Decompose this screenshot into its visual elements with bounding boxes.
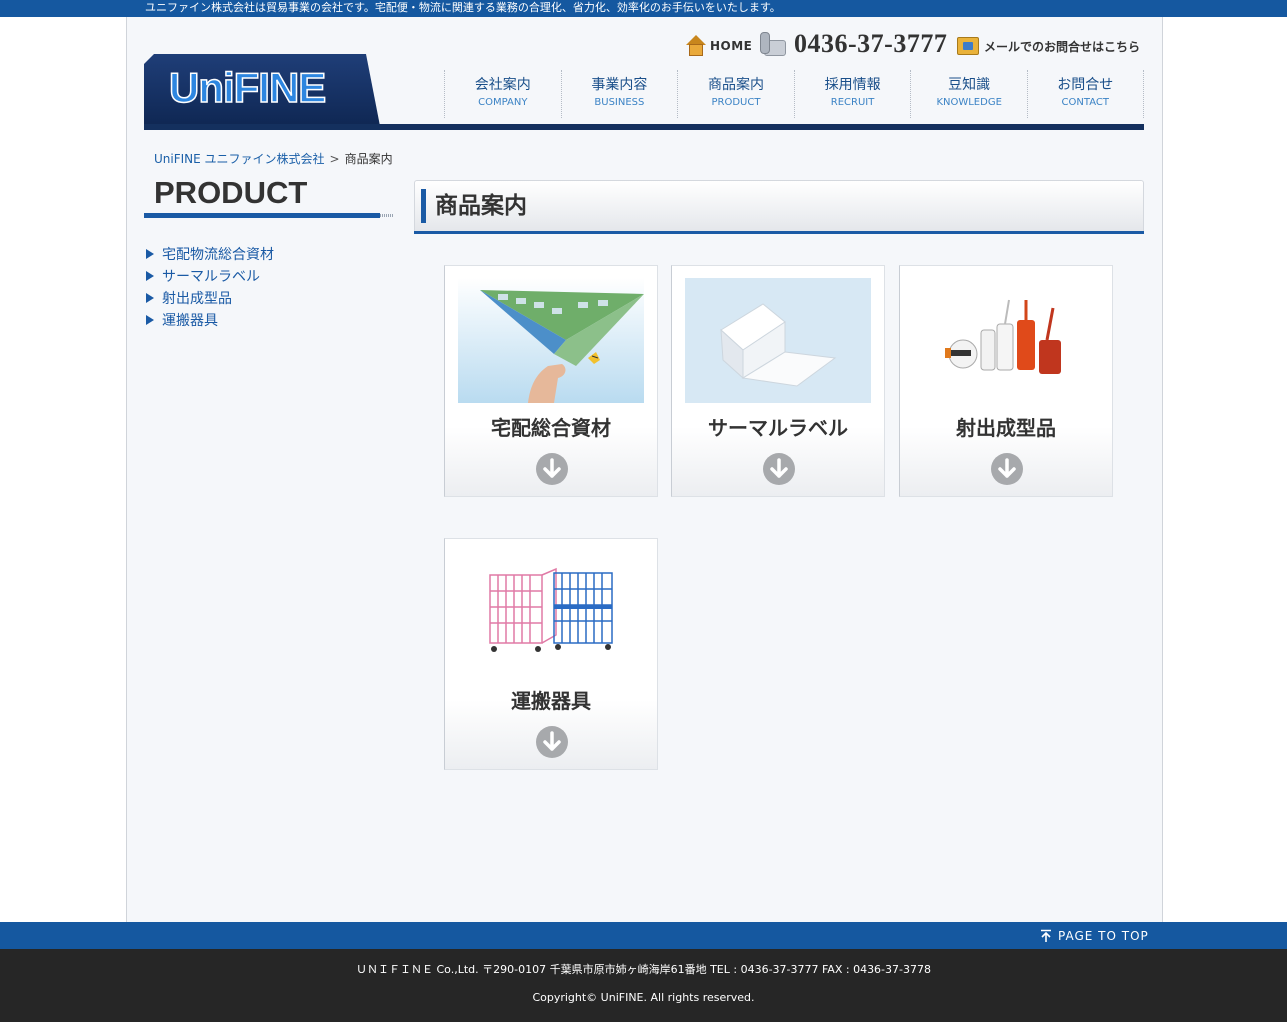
triangle-right-icon bbox=[146, 293, 154, 303]
mail-contact-label: メールでのお問合せはこちら bbox=[984, 39, 1141, 54]
top-announcement-bar: ユニファイン株式会社は貿易事業の会社です。宅配便・物流に関連する業務の合理化、省… bbox=[0, 0, 1287, 17]
sidebar-item-transport-equipment[interactable]: 運搬器具 bbox=[146, 309, 274, 331]
sidebar-title-rule-tail bbox=[380, 214, 394, 217]
announcement-text: ユニファイン株式会社は貿易事業の会社です。宅配便・物流に関連する業務の合理化、省… bbox=[145, 1, 781, 14]
nav-item-recruit[interactable]: 採用情報 RECRUIT bbox=[793, 70, 911, 118]
breadcrumb-current: 商品案内 bbox=[344, 152, 393, 166]
product-card-delivery-materials[interactable]: 宅配総合資材 bbox=[444, 265, 658, 497]
product-card-injection-molded[interactable]: 射出成型品 bbox=[899, 265, 1113, 497]
product-card-transport-equipment[interactable]: 運搬器具 bbox=[444, 538, 658, 770]
triangle-right-icon bbox=[146, 315, 154, 325]
mail-contact-link[interactable]: メールでのお問合せはこちら bbox=[957, 35, 1140, 57]
sidebar-item-label: 宅配物流総合資材 bbox=[162, 247, 274, 263]
nav-label-en: RECRUIT bbox=[830, 97, 875, 108]
paper-plane-image bbox=[458, 278, 644, 403]
logo[interactable]: UniFINE bbox=[144, 54, 380, 126]
nav-label-jp: 会社案内 bbox=[474, 77, 531, 93]
sidebar-menu: 宅配物流総合資材 サーマルラベル 射出成型品 運搬器具 bbox=[146, 243, 274, 331]
heading-accent-bar bbox=[421, 189, 426, 223]
main-nav: 会社案内 COMPANY 事業内容 BUSINESS 商品案内 PRODUCT … bbox=[444, 70, 1144, 118]
nav-label-en: BUSINESS bbox=[594, 97, 645, 108]
triangle-right-icon bbox=[146, 249, 154, 259]
page-title: 商品案内 bbox=[435, 193, 527, 219]
product-card-caption: 運搬器具 bbox=[511, 689, 591, 713]
nav-label-en: KNOWLEDGE bbox=[936, 97, 1002, 108]
footer-address: ＵＮＩＦＩＮＥ Co.,Ltd. 〒290-0107 千葉県市原市姉ヶ崎海岸61… bbox=[356, 963, 931, 976]
sidebar-title-rule bbox=[144, 213, 380, 218]
phone-number-text: 0436-37-3777 bbox=[794, 29, 948, 58]
nav-label-jp: 採用情報 bbox=[824, 77, 881, 93]
nav-label-jp: お問合せ bbox=[1057, 77, 1114, 93]
arrow-up-icon bbox=[1041, 929, 1051, 942]
triangle-right-icon bbox=[146, 271, 154, 281]
home-link[interactable]: HOME bbox=[686, 34, 752, 58]
roll-cage-carts-image bbox=[458, 551, 644, 676]
logo-text: UniFINE bbox=[168, 63, 327, 112]
product-card-caption: 宅配総合資材 bbox=[491, 416, 611, 440]
breadcrumb-separator: > bbox=[329, 152, 340, 166]
nav-label-en: COMPANY bbox=[478, 97, 528, 108]
nav-item-product[interactable]: 商品案内 PRODUCT bbox=[677, 70, 794, 118]
footer-copyright: Copyright© UniFINE. All rights reserved. bbox=[532, 991, 755, 1004]
sidebar-title: PRODUCT bbox=[154, 175, 308, 210]
sidebar-item-delivery-materials[interactable]: 宅配物流総合資材 bbox=[146, 243, 274, 265]
home-label: HOME bbox=[710, 39, 753, 53]
phone-number: 0436-37-3777 bbox=[760, 28, 947, 60]
mail-icon bbox=[957, 37, 979, 55]
sidebar-item-label: サーマルラベル bbox=[162, 269, 260, 285]
arrow-down-icon bbox=[763, 453, 795, 485]
home-icon bbox=[686, 35, 706, 57]
nav-item-business[interactable]: 事業内容 BUSINESS bbox=[560, 70, 678, 118]
arrow-down-icon bbox=[991, 453, 1023, 485]
product-card-caption: サーマルラベル bbox=[708, 416, 848, 440]
breadcrumb-home-link[interactable]: UniFINE ユニファイン株式会社 bbox=[154, 152, 325, 166]
content-heading-box: 商品案内 bbox=[414, 180, 1144, 232]
arrow-down-icon bbox=[536, 453, 568, 485]
telephone-icon bbox=[760, 30, 788, 58]
product-card-thermal-label[interactable]: サーマルラベル bbox=[671, 265, 885, 497]
nav-label-jp: 豆知識 bbox=[948, 77, 991, 93]
nav-item-company[interactable]: 会社案内 COMPANY bbox=[444, 70, 561, 118]
page-top-label: PAGE TO TOP bbox=[1058, 929, 1149, 943]
nav-label-en: PRODUCT bbox=[711, 97, 761, 108]
content-heading-rule bbox=[414, 231, 1144, 234]
sidebar-item-thermal-label[interactable]: サーマルラベル bbox=[146, 265, 274, 287]
thermal-label-roll-image bbox=[685, 278, 871, 403]
nav-label-jp: 商品案内 bbox=[707, 77, 764, 93]
page-top-link[interactable]: PAGE TO TOP bbox=[1040, 929, 1149, 943]
nav-label-en: CONTACT bbox=[1061, 97, 1109, 108]
plastic-seal-tags-image bbox=[913, 278, 1099, 403]
sidebar-item-label: 運搬器具 bbox=[162, 313, 218, 329]
nav-item-knowledge[interactable]: 豆知識 KNOWLEDGE bbox=[910, 70, 1027, 118]
sidebar-item-injection-molded[interactable]: 射出成型品 bbox=[146, 287, 274, 309]
nav-label-jp: 事業内容 bbox=[591, 77, 648, 93]
nav-item-contact[interactable]: お問合せ CONTACT bbox=[1026, 70, 1144, 118]
product-card-caption: 射出成型品 bbox=[956, 416, 1056, 440]
header-rule bbox=[144, 124, 1144, 130]
breadcrumb: UniFINE ユニファイン株式会社 > 商品案内 bbox=[154, 151, 393, 167]
arrow-down-icon bbox=[536, 726, 568, 758]
sidebar-item-label: 射出成型品 bbox=[162, 291, 232, 307]
footer bbox=[0, 949, 1287, 1022]
